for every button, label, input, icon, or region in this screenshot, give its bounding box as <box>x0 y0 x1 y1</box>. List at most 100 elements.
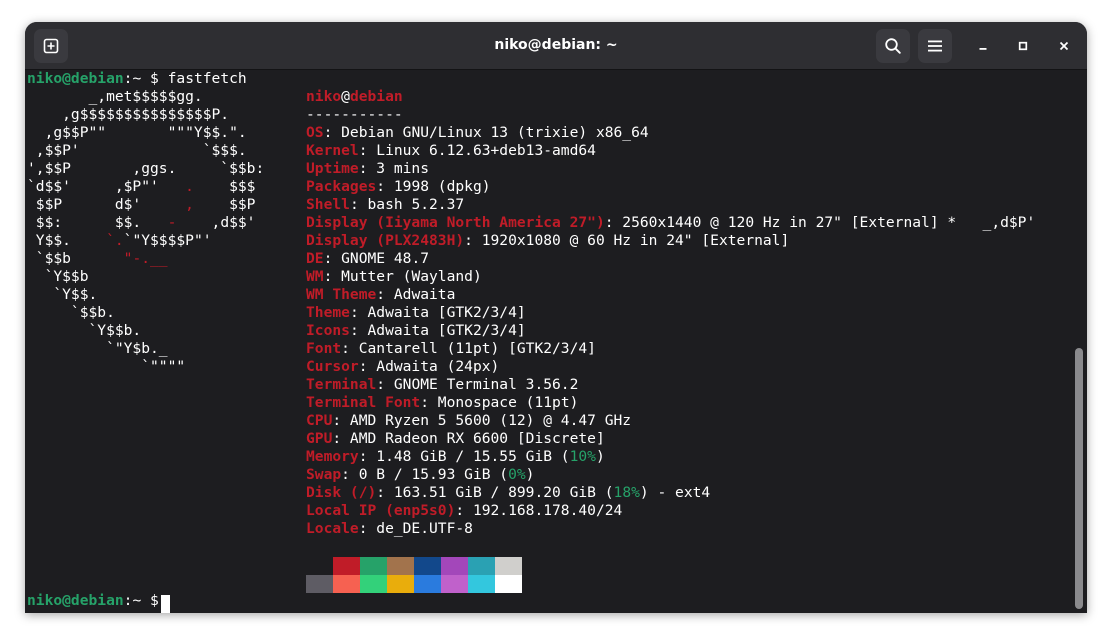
palette-swatch <box>360 575 387 593</box>
prompt-command: fastfetch <box>167 70 247 87</box>
fetch-row: OS: Debian GNU/Linux 13 (trixie) x86_64 <box>306 124 649 142</box>
logo-segment: _,met$$$$$gg. <box>27 88 203 105</box>
fetch-row: Theme: Adwaita [GTK2/3/4] <box>306 304 526 322</box>
fetch-row: WM: Mutter (Wayland) <box>306 268 482 286</box>
logo-line: `Y$$. <box>27 286 97 304</box>
fetch-value: : bash 5.2.37 <box>349 196 465 213</box>
close-button[interactable] <box>1051 33 1077 59</box>
search-icon <box>885 38 901 54</box>
palette-swatch <box>387 575 414 593</box>
fetch-key: Packages <box>306 178 377 195</box>
scrollbar-thumb[interactable] <box>1075 348 1083 609</box>
terminal-output[interactable]: niko@debian:~ $ fastfetch _,met$$$$$gg. … <box>25 70 1071 613</box>
palette-swatch <box>414 575 441 593</box>
prompt-symbol: $ <box>150 592 159 609</box>
text-cursor <box>161 595 170 613</box>
logo-swirl-segment: `. <box>106 232 124 249</box>
logo-segment: ,g$$P"" """Y$$.". <box>27 124 247 141</box>
logo-line: ,g$$$$$$$$$$$$$$$P. <box>27 106 229 124</box>
new-tab-button[interactable] <box>34 29 68 63</box>
palette-swatch <box>387 557 414 575</box>
logo-line: $$P d$' , $$P <box>27 196 256 214</box>
fetch-value: : Linux 6.12.63+deb13-amd64 <box>358 142 596 159</box>
fetch-key: Icons <box>306 322 350 339</box>
fetch-row: Cursor: Adwaita (24px) <box>306 358 499 376</box>
logo-line: `"""" <box>27 358 185 376</box>
maximize-icon <box>1018 41 1028 51</box>
palette-swatch <box>360 557 387 575</box>
fetch-value: : Mutter (Wayland) <box>323 268 482 285</box>
logo-segment: `d$$' ,$P"' <box>27 178 186 195</box>
fetch-row: Terminal Font: Monospace (11pt) <box>306 394 578 412</box>
prompt-line-current[interactable]: niko@debian:~ $ <box>27 592 168 610</box>
fetch-title: niko@debian <box>306 88 403 106</box>
fetch-key: CPU <box>306 412 333 429</box>
search-button[interactable] <box>876 29 910 63</box>
logo-line: ,g$$P"" """Y$$.". <box>27 124 247 142</box>
logo-segment: `Y$$b <box>27 268 89 285</box>
fetch-key: Memory <box>306 448 359 465</box>
logo-segment: ',$$P ,ggs. `$$b: <box>27 160 265 177</box>
fetch-value: : 1920x1080 @ 60 Hz in 24" [External] <box>464 232 790 249</box>
fetch-percentage: 10% <box>569 448 596 465</box>
fetch-row: Locale: de_DE.UTF-8 <box>306 520 473 538</box>
fetch-row: CPU: AMD Ryzen 5 5600 (12) @ 4.47 GHz <box>306 412 631 430</box>
fetch-value: : Adwaita [GTK2/3/4] <box>349 304 526 321</box>
fetch-row: Uptime: 3 mins <box>306 160 429 178</box>
fetch-value: : AMD Ryzen 5 5600 (12) @ 4.47 GHz <box>332 412 632 429</box>
fetch-row: GPU: AMD Radeon RX 6600 [Discrete] <box>306 430 605 448</box>
hamburger-menu-icon <box>928 40 942 52</box>
fetch-value: : Monospace (11pt) <box>420 394 579 411</box>
fetch-percentage: 0% <box>508 466 526 483</box>
headerbar: niko@debian: ~ <box>25 22 1087 70</box>
fetch-value: : 192.168.178.40/24 <box>455 502 623 519</box>
prompt-line: niko@debian:~ $ fastfetch <box>27 70 247 88</box>
fetch-key: OS <box>306 124 324 141</box>
minimize-button[interactable] <box>970 33 996 59</box>
logo-segment: $$: $$. <box>27 214 168 231</box>
maximize-button[interactable] <box>1010 33 1036 59</box>
fetch-row: Font: Cantarell (11pt) [GTK2/3/4] <box>306 340 596 358</box>
fetch-value: : 1.48 GiB / 15.55 GiB ( <box>358 448 570 465</box>
prompt-symbol: $ <box>150 70 159 87</box>
logo-segment: $$P <box>193 196 256 213</box>
palette-swatch <box>495 575 522 593</box>
main-menu-button[interactable] <box>918 29 952 63</box>
logo-segment: `$$b. <box>27 304 115 321</box>
fetch-at: @ <box>341 88 350 105</box>
fetch-separator: ----------- <box>306 106 403 123</box>
prompt-user-host: niko@debian <box>27 70 124 87</box>
fetch-key: Kernel <box>306 142 359 159</box>
fetch-row: WM Theme: Adwaita <box>306 286 455 304</box>
logo-segment: `Y$$b. <box>27 322 142 339</box>
logo-segment: $$P d$' <box>27 196 186 213</box>
fetch-key: Locale <box>306 520 359 537</box>
fetch-key: Shell <box>306 196 350 213</box>
logo-segment: ,d$$' <box>176 214 256 231</box>
logo-segment: `"Y$$$$P"' <box>123 232 212 249</box>
fetch-row: Disk (/): 163.51 GiB / 899.20 GiB (18%) … <box>306 484 710 502</box>
logo-segment: `"""" <box>27 358 186 375</box>
logo-segment: $$$ <box>193 178 256 195</box>
logo-line: `Y$$b. <box>27 322 142 340</box>
fetch-value: : 2560x1440 @ 120 Hz in 27" [External] *… <box>604 214 1036 231</box>
logo-segment: ,$$P' `$$$. <box>27 142 247 159</box>
fetch-key: Font <box>306 340 342 357</box>
fetch-value: : AMD Radeon RX 6600 [Discrete] <box>332 430 605 447</box>
logo-segment: `$$b <box>27 250 124 267</box>
fetch-value-tail: ) - ext4 <box>639 484 711 501</box>
logo-segment: Y$$. <box>27 232 107 249</box>
terminal-window: niko@debian: ~ niko@debian:~ $ fastfetch… <box>25 22 1087 613</box>
fetch-row: Display (PLX2483H): 1920x1080 @ 60 Hz in… <box>306 232 789 250</box>
fetch-key: GPU <box>306 430 333 447</box>
fetch-value: : Adwaita [GTK2/3/4] <box>349 322 526 339</box>
fetch-key: Display (Iiyama North America 27") <box>306 214 605 231</box>
fetch-row: Swap: 0 B / 15.93 GiB (0%) <box>306 466 534 484</box>
scrollbar[interactable] <box>1071 70 1087 613</box>
fetch-value: : Cantarell (11pt) [GTK2/3/4] <box>341 340 596 357</box>
fetch-key: Local IP (enp5s0) <box>306 502 456 519</box>
fetch-row: DE: GNOME 48.7 <box>306 250 429 268</box>
prompt-path: :~ <box>123 592 142 609</box>
fetch-row: Kernel: Linux 6.12.63+deb13-amd64 <box>306 142 596 160</box>
minimize-icon <box>979 48 987 50</box>
